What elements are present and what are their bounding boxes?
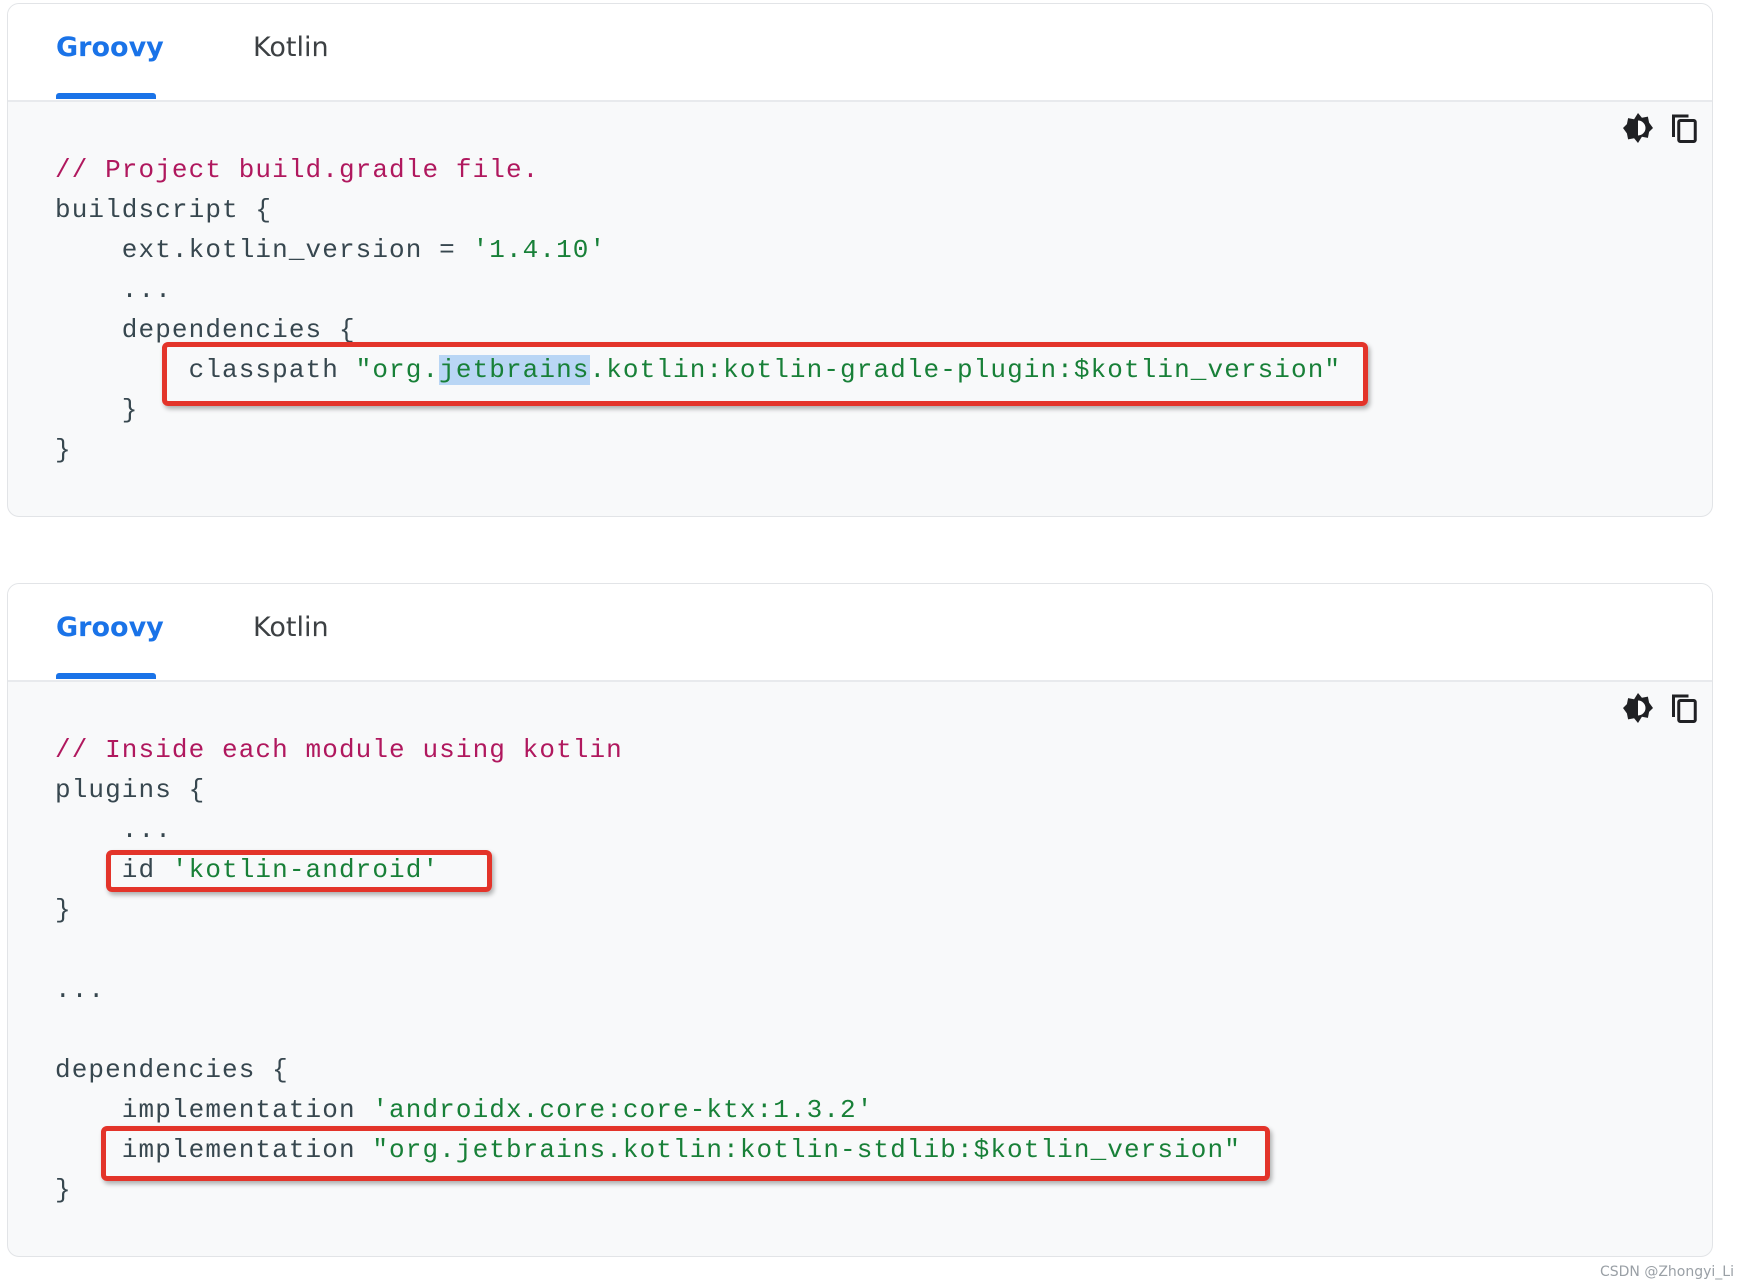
code-text: ... [55, 975, 106, 1005]
tab-groovy[interactable]: Groovy [56, 612, 164, 643]
code-text: dependencies { [55, 1055, 289, 1085]
code-line: ext.kotlin_version = '1.4.10' [55, 230, 1341, 270]
code-line: // Project build.gradle file. [55, 150, 1341, 190]
code-line: // Inside each module using kotlin [55, 730, 1241, 770]
copy-icon[interactable] [1666, 690, 1702, 726]
code-text: plugins { [55, 775, 206, 805]
code-text: } [55, 435, 72, 465]
code-content: // Project build.gradle file. buildscript… [55, 150, 1341, 470]
theme-toggle-icon[interactable] [1620, 690, 1656, 726]
code-line: } [55, 430, 1341, 470]
code-text: implementation [55, 1095, 373, 1125]
code-line: ... [55, 810, 1241, 850]
code-block-project-gradle: Groovy Kotlin // Project build.gradle file… [7, 3, 1713, 517]
tab-kotlin[interactable]: Kotlin [253, 612, 329, 643]
code-line: buildscript { [55, 190, 1341, 230]
code-comment: // Inside each module using kotlin [55, 735, 623, 765]
code-line: ... [55, 970, 1241, 1010]
code-string: 'androidx.core:core-ktx:1.3.2' [372, 1095, 874, 1125]
watermark: CSDN @Zhongyi_Li [1599, 1264, 1734, 1280]
highlight-box-plugin-id [106, 850, 492, 892]
code-line: implementation 'androidx.core:core-ktx:1… [55, 1090, 1241, 1130]
tab-bar: Groovy Kotlin [8, 4, 1712, 102]
highlight-box-stdlib [101, 1126, 1270, 1181]
code-line: dependencies { [55, 1050, 1241, 1090]
code-toolbar [1620, 690, 1702, 726]
theme-toggle-icon[interactable] [1620, 110, 1656, 146]
code-text: } [55, 395, 139, 425]
active-tab-indicator [56, 93, 156, 99]
code-text: buildscript { [55, 195, 273, 225]
code-text: } [55, 895, 72, 925]
code-line: plugins { [55, 770, 1241, 810]
active-tab-indicator [56, 673, 156, 679]
code-text: ... [55, 275, 172, 305]
tab-kotlin[interactable]: Kotlin [253, 32, 329, 63]
tab-bar: Groovy Kotlin [8, 584, 1712, 682]
code-text: ext.kotlin_version = [55, 235, 473, 265]
copy-icon[interactable] [1666, 110, 1702, 146]
code-line: } [55, 890, 1241, 930]
code-comment: // Project build.gradle file. [55, 155, 540, 185]
code-string: '1.4.10' [472, 235, 607, 265]
highlight-box-classpath [162, 342, 1368, 406]
code-text: dependencies { [55, 315, 356, 345]
tab-groovy[interactable]: Groovy [56, 32, 164, 63]
code-toolbar [1620, 110, 1702, 146]
code-line: ... [55, 270, 1341, 310]
code-text: } [55, 1175, 72, 1205]
code-text: ... [55, 815, 172, 845]
